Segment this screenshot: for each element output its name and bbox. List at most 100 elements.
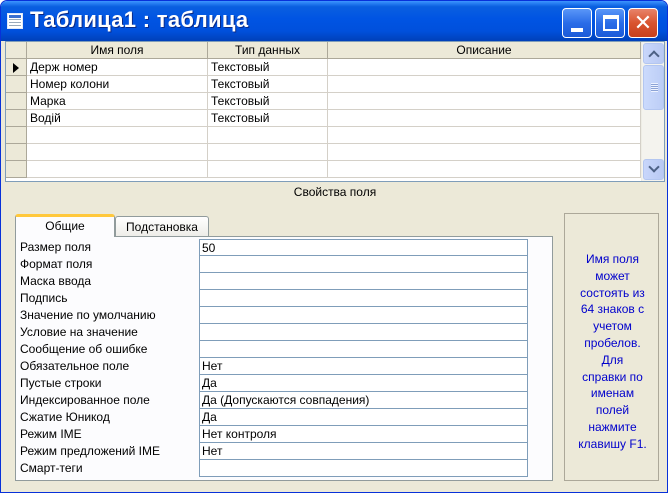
table-row[interactable]: Держ номер Текстовый	[6, 59, 641, 76]
data-type-cell[interactable]	[208, 127, 328, 144]
property-value-field[interactable]	[199, 307, 528, 324]
field-name-cell[interactable]: Держ номер	[27, 59, 208, 76]
property-row: Условие на значение	[20, 324, 550, 341]
table-row[interactable]	[6, 127, 641, 144]
property-name: Условие на значение	[20, 325, 138, 339]
property-value-field[interactable]: 50	[199, 239, 528, 256]
close-button[interactable]: ✕	[628, 8, 658, 38]
table-row[interactable]: Номер колони Текстовый	[6, 76, 641, 93]
property-value-field[interactable]	[199, 341, 528, 358]
row-selector[interactable]	[6, 110, 27, 127]
help-text: Имя поля может состоять из 64 знаков с у…	[567, 251, 658, 453]
field-name-cell[interactable]	[27, 144, 208, 161]
property-value-field[interactable]: Нет	[199, 358, 528, 375]
description-cell[interactable]	[328, 93, 641, 110]
help-line: именам	[590, 386, 635, 401]
help-line: состоять из	[580, 285, 645, 300]
column-header-field-name[interactable]: Имя поля	[27, 42, 208, 59]
help-line: нажмите	[588, 419, 637, 434]
property-value-field[interactable]	[199, 273, 528, 290]
field-name-cell[interactable]: Марка	[27, 93, 208, 110]
data-type-cell[interactable]: Текстовый	[208, 76, 328, 93]
vertical-scrollbar[interactable]	[641, 42, 664, 181]
property-name: Подпись	[20, 291, 68, 305]
property-value-field[interactable]	[199, 324, 528, 341]
help-line: справки по	[582, 369, 643, 384]
property-row: Режим предложений IME Нет	[20, 443, 550, 460]
row-selector[interactable]	[6, 93, 27, 110]
data-type-cell[interactable]: Текстовый	[208, 93, 328, 110]
current-row-arrow-icon	[13, 63, 19, 73]
row-selector[interactable]	[6, 144, 27, 161]
tab-general[interactable]: Общие	[15, 214, 115, 237]
title-bar[interactable]: Таблица1 : таблица ✕	[1, 1, 667, 41]
help-line: Для	[601, 352, 624, 367]
description-cell[interactable]	[328, 110, 641, 127]
property-row: Сообщение об ошибке	[20, 341, 550, 358]
row-selector[interactable]	[6, 161, 27, 178]
chevron-up-icon	[648, 50, 660, 62]
property-value-field[interactable]: Нет	[199, 443, 528, 460]
scroll-down-button[interactable]	[643, 159, 664, 180]
property-row: Значение по умолчанию	[20, 307, 550, 324]
property-name: Сообщение об ошибке	[20, 342, 148, 356]
tab-lookup[interactable]: Подстановка	[115, 216, 209, 238]
maximize-button[interactable]	[595, 8, 625, 38]
field-name-cell[interactable]	[27, 161, 208, 178]
property-name: Формат поля	[20, 257, 93, 271]
property-row: Маска ввода	[20, 273, 550, 290]
data-type-cell[interactable]	[208, 161, 328, 178]
help-line: учетом	[593, 319, 632, 334]
table-row[interactable]	[6, 161, 641, 178]
minimize-icon	[571, 28, 583, 32]
table-row[interactable]: Марка Текстовый	[6, 93, 641, 110]
property-value-field[interactable]	[199, 290, 528, 307]
data-type-cell[interactable]: Текстовый	[208, 59, 328, 76]
description-cell[interactable]	[328, 59, 641, 76]
property-value-field[interactable]: Да	[199, 409, 528, 426]
field-grid[interactable]: Имя поля Тип данных Описание Держ номер …	[5, 41, 665, 182]
property-value-field[interactable]	[199, 460, 528, 477]
scroll-thumb[interactable]	[643, 65, 664, 110]
property-value-field[interactable]: Да	[199, 375, 528, 392]
data-type-cell[interactable]: Текстовый	[208, 110, 328, 127]
property-value-field[interactable]	[199, 256, 528, 273]
property-row: Режим IME Нет контроля	[20, 426, 550, 443]
field-name-cell[interactable]: Водій	[27, 110, 208, 127]
help-line: 64 знаков с	[580, 302, 645, 317]
table-row[interactable]	[6, 144, 641, 161]
data-type-cell[interactable]	[208, 144, 328, 161]
scroll-up-button[interactable]	[643, 43, 664, 64]
description-cell[interactable]	[328, 144, 641, 161]
property-row: Смарт-теги	[20, 460, 550, 477]
help-line: полей	[595, 403, 630, 418]
chevron-down-icon	[648, 161, 660, 173]
field-name-cell[interactable]	[27, 127, 208, 144]
column-header-description[interactable]: Описание	[328, 42, 641, 59]
property-row: Индексированное поле Да (Допускаются совп…	[20, 392, 550, 409]
row-selector[interactable]	[6, 59, 27, 76]
row-selector[interactable]	[6, 76, 27, 93]
property-value-field[interactable]: Да (Допускаются совпадения)	[199, 392, 528, 409]
field-name-cell[interactable]: Номер колони	[27, 76, 208, 93]
description-cell[interactable]	[328, 127, 641, 144]
grid-header: Имя поля Тип данных Описание	[6, 42, 641, 59]
help-line: клавишу F1.	[578, 436, 647, 451]
property-name: Сжатие Юникод	[20, 410, 110, 424]
property-name: Пустые строки	[20, 376, 102, 390]
column-header-data-type[interactable]: Тип данных	[208, 42, 328, 59]
description-cell[interactable]	[328, 76, 641, 93]
table-row[interactable]: Водій Текстовый	[6, 110, 641, 127]
table-icon[interactable]	[7, 13, 23, 29]
header-corner[interactable]	[6, 42, 27, 59]
field-properties-label: Свойства поля	[293, 185, 377, 199]
minimize-button[interactable]	[562, 8, 592, 38]
description-cell[interactable]	[328, 161, 641, 178]
property-name: Значение по умолчанию	[20, 308, 156, 322]
grip-icon	[651, 83, 658, 92]
window-title: Таблица1 : таблица	[30, 7, 249, 32]
row-selector[interactable]	[6, 127, 27, 144]
help-line: пробелов.	[584, 335, 641, 350]
property-value-field[interactable]: Нет контроля	[199, 426, 528, 443]
property-name: Обязательное поле	[20, 359, 130, 373]
